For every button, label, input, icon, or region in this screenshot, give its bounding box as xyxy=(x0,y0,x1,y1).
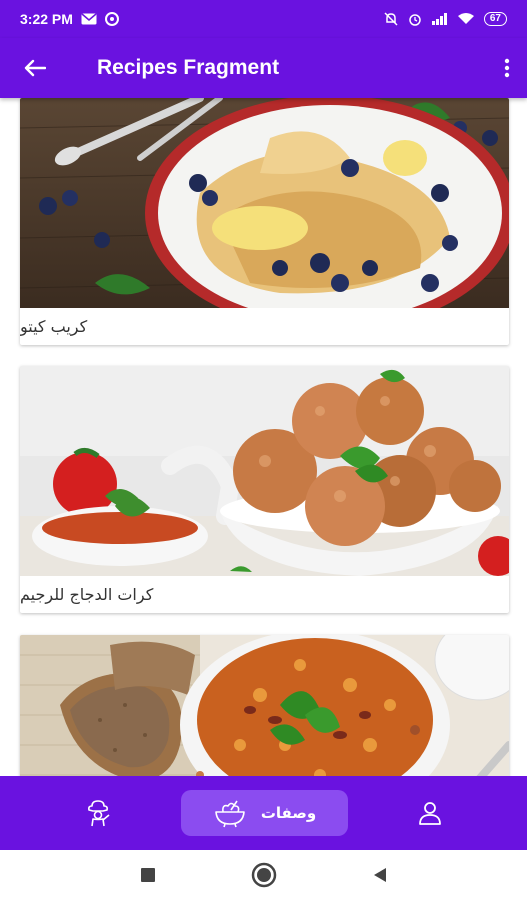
circle-icon xyxy=(251,862,276,888)
app-icon xyxy=(104,12,119,26)
recipe-title: كرات الدجاج للرجيم xyxy=(20,585,154,604)
recipe-card[interactable] xyxy=(20,635,509,776)
triangle-back-icon xyxy=(373,868,386,882)
nav-item-recipes[interactable]: وصفات xyxy=(181,790,348,836)
mute-icon xyxy=(384,12,398,26)
status-left: 3:22 PM xyxy=(20,11,119,27)
status-bar: 3:22 PM 67 xyxy=(0,0,527,38)
recents-button[interactable] xyxy=(133,860,163,890)
battery-icon: 67 xyxy=(483,12,507,26)
recipe-card[interactable]: كرات الدجاج للرجيم xyxy=(20,366,509,613)
square-icon xyxy=(140,868,155,882)
signal-icon xyxy=(431,13,448,25)
home-button[interactable] xyxy=(249,860,279,890)
alarm-icon xyxy=(408,12,422,26)
mail-icon xyxy=(81,13,97,25)
recipe-image xyxy=(20,366,509,576)
food-bowl-icon xyxy=(215,800,245,828)
nav-item-label: وصفات xyxy=(260,804,317,822)
status-time: 3:22 PM xyxy=(20,11,73,27)
arrow-back-icon xyxy=(24,59,46,77)
recipe-card[interactable]: كريب كيتو xyxy=(20,98,509,345)
recipe-image xyxy=(20,635,509,776)
back-button[interactable] xyxy=(0,38,70,98)
recipe-list[interactable]: كريب كيتو كرات الدجاج للرجيم xyxy=(0,98,527,776)
nav-item-chef[interactable] xyxy=(76,793,120,833)
app-bar: Recipes Fragment xyxy=(0,38,527,98)
back-system-button[interactable] xyxy=(365,860,395,890)
more-vert-icon xyxy=(504,58,510,78)
wifi-icon xyxy=(457,13,474,25)
status-right: 67 xyxy=(384,12,507,26)
bottom-navigation: وصفات xyxy=(0,776,527,850)
person-icon xyxy=(419,802,441,825)
chef-icon xyxy=(88,800,110,827)
page-title: Recipes Fragment xyxy=(97,56,280,79)
recipe-image xyxy=(20,98,509,308)
system-navigation-bar xyxy=(0,850,527,900)
overflow-menu-button[interactable] xyxy=(487,38,527,98)
nav-item-profile[interactable] xyxy=(408,793,452,833)
recipe-title: كريب كيتو xyxy=(20,317,88,336)
